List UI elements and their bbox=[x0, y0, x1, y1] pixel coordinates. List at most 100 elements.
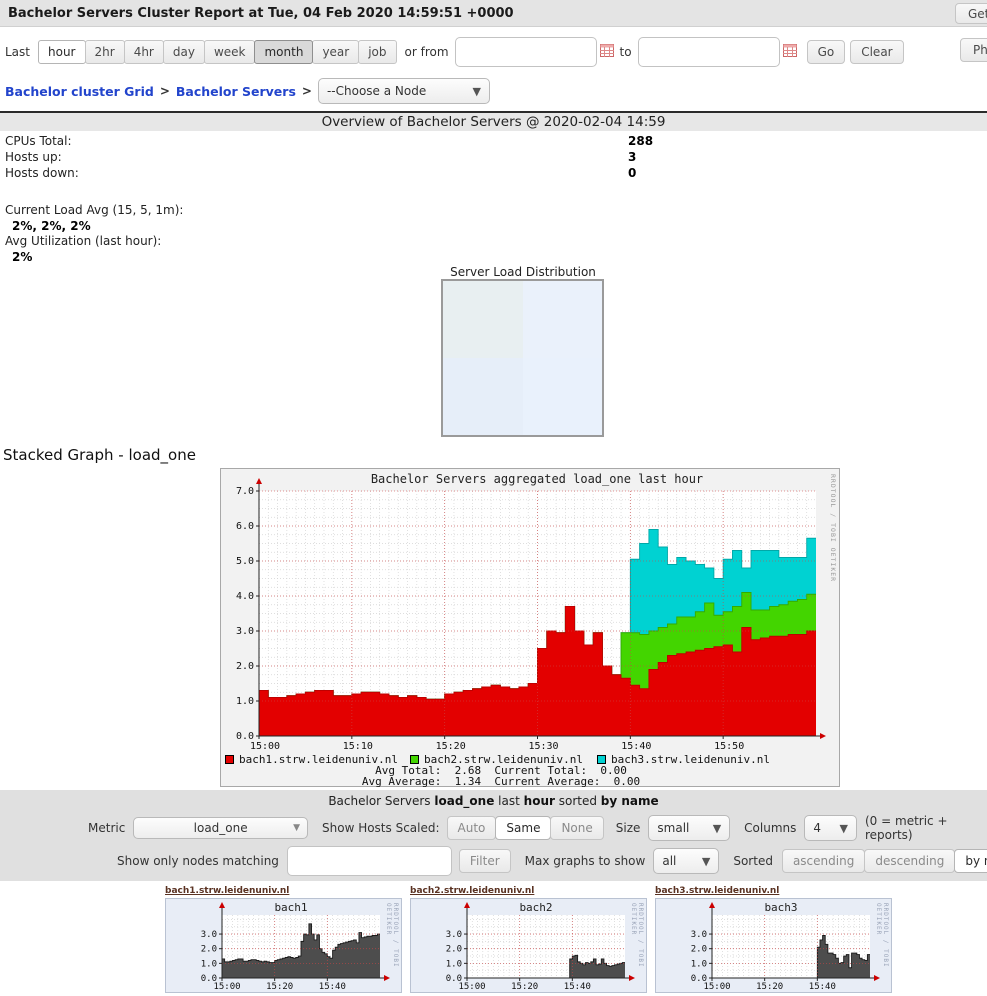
stacked-chart-svg: 0.01.02.03.04.05.06.07.015:0015:1015:201… bbox=[221, 469, 841, 751]
last-label: Last bbox=[5, 45, 30, 59]
from-date-input[interactable] bbox=[455, 37, 597, 67]
graph-avg-average: Avg Average: 1.34 Current Average: 0.00 bbox=[221, 775, 781, 788]
scaled-button-group: Auto Same None bbox=[448, 816, 604, 840]
range-button-month[interactable]: month bbox=[254, 40, 313, 64]
physical-view-button[interactable]: Physical View bbox=[960, 38, 987, 62]
svg-text:15:20: 15:20 bbox=[266, 982, 293, 992]
from-calendar-icon[interactable] bbox=[600, 44, 614, 60]
chevron-down-icon: ▼ bbox=[293, 823, 300, 833]
choose-node-value: --Choose a Node bbox=[327, 84, 426, 98]
stat-utilization-label: Avg Utilization (last hour): bbox=[0, 234, 987, 250]
breadcrumb: Bachelor cluster Grid > Bachelor Servers… bbox=[0, 76, 987, 106]
filter-button[interactable]: Filter bbox=[459, 849, 511, 873]
stat-cpus-total: CPUs Total: 288 bbox=[0, 134, 987, 150]
host-graph-bach3[interactable]: 0.01.02.03.015:0015:2015:40bach3 RRDTOOL… bbox=[655, 898, 892, 993]
range-button-year[interactable]: year bbox=[312, 40, 359, 64]
svg-text:bach3: bach3 bbox=[764, 901, 797, 914]
svg-text:6.0: 6.0 bbox=[236, 521, 254, 532]
host-block-bach3: bach3.strw.leidenuniv.nl 0.01.02.03.015:… bbox=[655, 882, 892, 993]
range-button-2hr[interactable]: 2hr bbox=[85, 40, 125, 64]
svg-text:1.0: 1.0 bbox=[201, 959, 217, 969]
svg-text:15:00: 15:00 bbox=[458, 982, 485, 992]
to-label: to bbox=[620, 45, 632, 59]
range-button-week[interactable]: week bbox=[204, 40, 256, 64]
sort-descending-button[interactable]: descending bbox=[864, 849, 955, 873]
svg-text:3.0: 3.0 bbox=[446, 930, 462, 940]
pie-chart-placeholder bbox=[441, 279, 604, 437]
rrdtool-watermark: RRDTOOL / TOBI OETIKER bbox=[829, 474, 837, 582]
stat-load-avg-label: Current Load Avg (15, 5, 1m): bbox=[0, 203, 987, 219]
svg-text:7.0: 7.0 bbox=[236, 486, 254, 497]
breadcrumb-grid-link[interactable]: Bachelor cluster Grid bbox=[5, 84, 154, 99]
stat-utilization-value: 2% bbox=[0, 250, 987, 265]
header-bar: Bachelor Servers Cluster Report at Tue, … bbox=[0, 0, 987, 27]
page-title: Bachelor Servers Cluster Report at Tue, … bbox=[8, 6, 514, 21]
range-button-4hr[interactable]: 4hr bbox=[124, 40, 164, 64]
stat-hosts-up: Hosts up: 3 bbox=[0, 150, 987, 166]
scaled-same-button[interactable]: Same bbox=[495, 816, 551, 840]
to-date-input[interactable] bbox=[638, 37, 780, 67]
svg-text:15:20: 15:20 bbox=[436, 741, 466, 751]
svg-text:bach1: bach1 bbox=[274, 901, 307, 914]
chevron-down-icon: ▼ bbox=[713, 822, 721, 835]
scaled-auto-button[interactable]: Auto bbox=[447, 816, 497, 840]
svg-text:4.0: 4.0 bbox=[236, 591, 254, 602]
svg-text:15:00: 15:00 bbox=[703, 982, 730, 992]
chevron-down-icon: ▼ bbox=[840, 822, 848, 835]
stat-label: Hosts up: bbox=[5, 150, 62, 164]
size-select[interactable]: small ▼ bbox=[648, 815, 730, 841]
range-button-day[interactable]: day bbox=[163, 40, 205, 64]
host-link-bach1[interactable]: bach1.strw.leidenuniv.nl bbox=[165, 886, 289, 896]
controls-summary: Bachelor Servers load_one last hour sort… bbox=[0, 790, 987, 808]
svg-text:1.0: 1.0 bbox=[691, 959, 707, 969]
svg-text:2.0: 2.0 bbox=[446, 945, 462, 955]
scaled-none-button[interactable]: None bbox=[550, 816, 603, 840]
columns-select[interactable]: 4 ▼ bbox=[804, 815, 857, 841]
svg-text:3.0: 3.0 bbox=[201, 930, 217, 940]
clear-button[interactable]: Clear bbox=[850, 40, 903, 64]
svg-text:1.0: 1.0 bbox=[236, 696, 254, 707]
rrdtool-watermark: RRDTOOL / TOBI OETIKER bbox=[630, 903, 644, 992]
go-button[interactable]: Go bbox=[807, 40, 846, 64]
stat-hosts-down: Hosts down: 0 bbox=[0, 166, 987, 182]
sort-by-name-button[interactable]: by name bbox=[954, 849, 987, 873]
breadcrumb-cluster-link[interactable]: Bachelor Servers bbox=[176, 84, 296, 99]
host-link-bach2[interactable]: bach2.strw.leidenuniv.nl bbox=[410, 886, 534, 896]
to-calendar-icon[interactable] bbox=[783, 44, 797, 60]
get-fresh-data-button[interactable]: Get Fresh Data bbox=[955, 3, 987, 24]
node-filter-input[interactable] bbox=[287, 846, 452, 876]
svg-text:15:00: 15:00 bbox=[250, 741, 280, 751]
rrdtool-watermark: RRDTOOL / TOBI OETIKER bbox=[385, 903, 399, 992]
stacked-graph-image[interactable]: 0.01.02.03.04.05.06.07.015:0015:1015:201… bbox=[220, 468, 840, 787]
svg-text:3.0: 3.0 bbox=[691, 930, 707, 940]
stat-label: CPUs Total: bbox=[5, 134, 72, 148]
stacked-graph-heading: Stacked Graph - load_one bbox=[3, 446, 196, 464]
host-graph-bach2[interactable]: 0.01.02.03.015:0015:2015:40bach2 RRDTOOL… bbox=[410, 898, 647, 993]
svg-text:15:40: 15:40 bbox=[621, 741, 651, 751]
rrdtool-watermark: RRDTOOL / TOBI OETIKER bbox=[875, 903, 889, 992]
max-graphs-label: Max graphs to show bbox=[525, 854, 646, 868]
svg-text:1.0: 1.0 bbox=[446, 959, 462, 969]
or-from-label: or from bbox=[405, 45, 449, 59]
host-block-bach1: bach1.strw.leidenuniv.nl 0.01.02.03.015:… bbox=[165, 882, 402, 993]
host-chart-svg: 0.01.02.03.015:0015:2015:40bach3 bbox=[656, 899, 893, 994]
range-button-job[interactable]: job bbox=[358, 40, 396, 64]
range-button-hour[interactable]: hour bbox=[38, 40, 86, 64]
host-graphs-row: bach1.strw.leidenuniv.nl 0.01.02.03.015:… bbox=[165, 882, 900, 993]
cluster-stats: CPUs Total: 288 Hosts up: 3 Hosts down: … bbox=[0, 134, 987, 265]
metric-select[interactable]: load_one ▼ bbox=[133, 817, 308, 839]
overview-title-bar: Overview of Bachelor Servers @ 2020-02-0… bbox=[0, 111, 987, 131]
columns-label: Columns bbox=[744, 821, 796, 835]
time-range-toolbar: Last hour 2hr 4hr day week month year jo… bbox=[0, 27, 987, 76]
sort-ascending-button[interactable]: ascending bbox=[782, 849, 865, 873]
choose-node-select[interactable]: --Choose a Node ▼ bbox=[318, 78, 490, 104]
size-label: Size bbox=[616, 821, 641, 835]
svg-text:15:20: 15:20 bbox=[756, 982, 783, 992]
max-graphs-select[interactable]: all ▼ bbox=[653, 848, 719, 874]
svg-text:15:00: 15:00 bbox=[213, 982, 240, 992]
graph-controls-panel: Bachelor Servers load_one last hour sort… bbox=[0, 790, 987, 881]
chevron-down-icon: ▼ bbox=[472, 85, 480, 98]
columns-note: (0 = metric + reports) bbox=[865, 814, 987, 842]
host-graph-bach1[interactable]: 0.01.02.03.015:0015:2015:40bach1 RRDTOOL… bbox=[165, 898, 402, 993]
host-link-bach3[interactable]: bach3.strw.leidenuniv.nl bbox=[655, 886, 779, 896]
